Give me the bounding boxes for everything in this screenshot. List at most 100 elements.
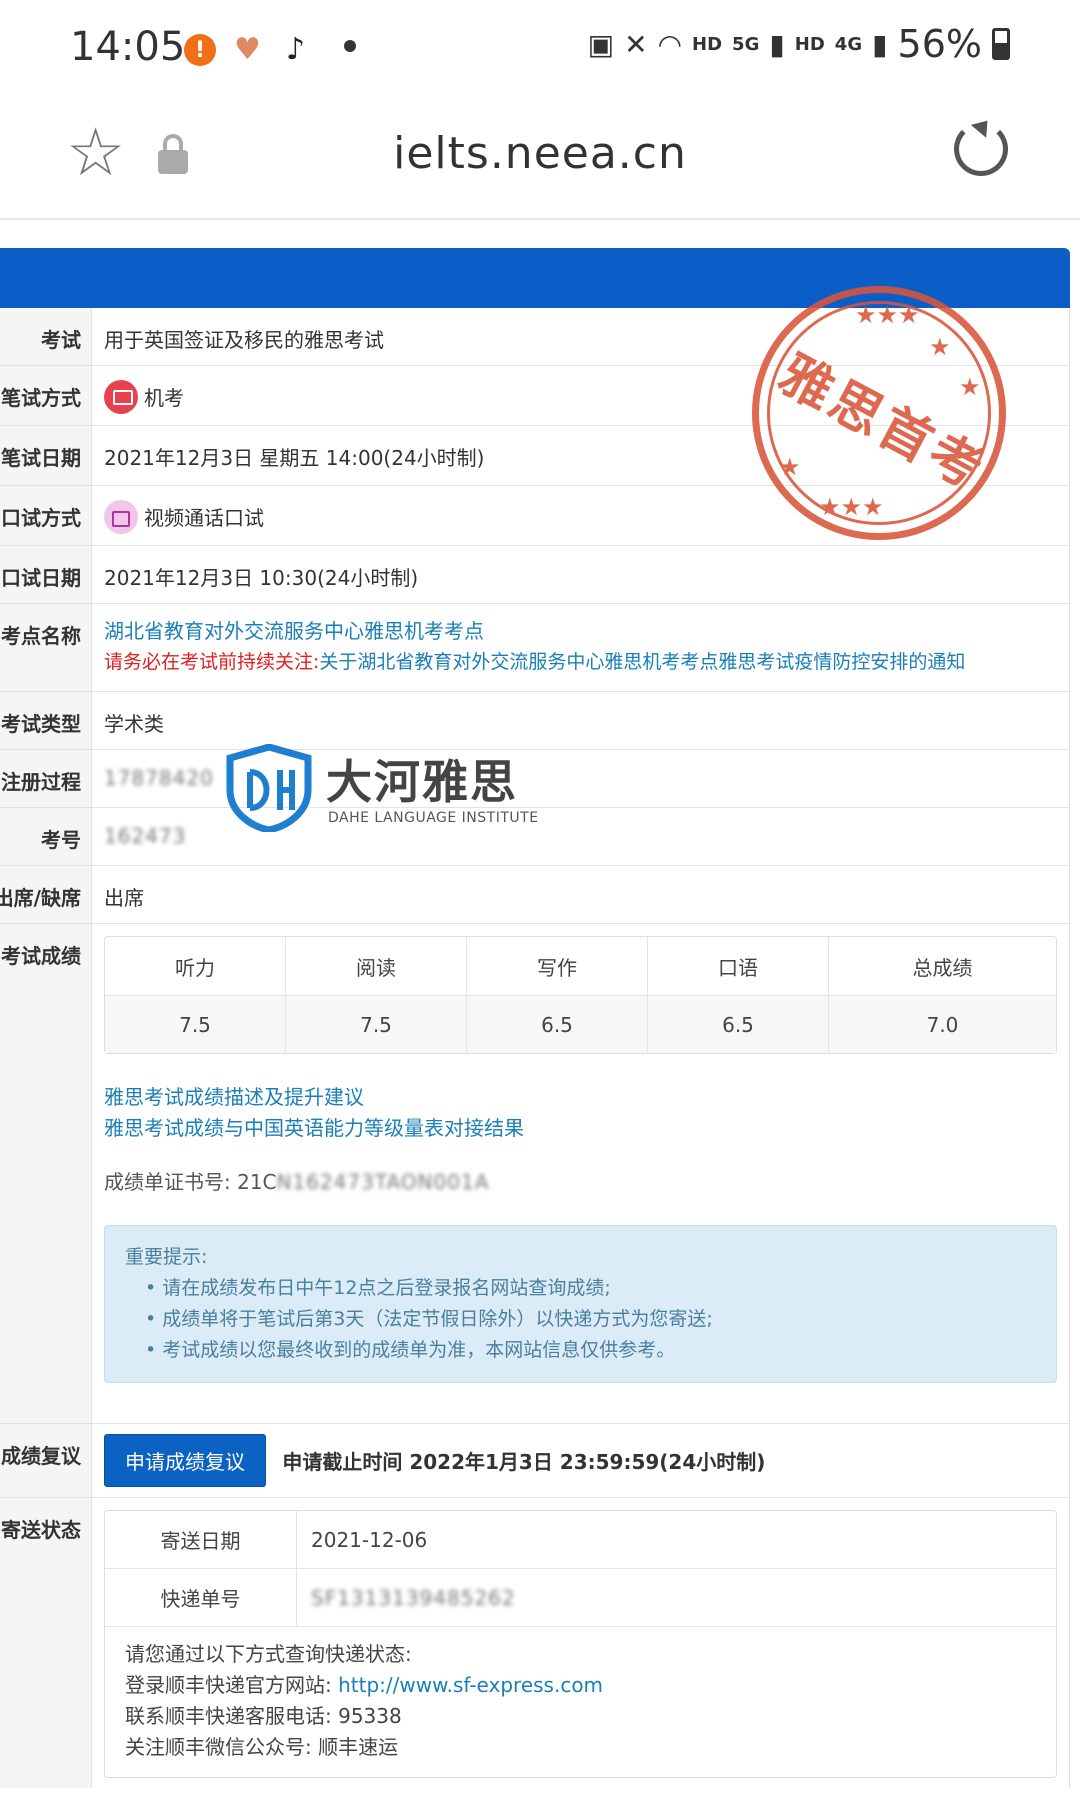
notice-item: 请在成绩发布日中午12点之后登录报名网站查询成绩; <box>145 1273 1036 1304</box>
label-written-mode: 笔试方式 <box>0 366 92 425</box>
ship-info-title: 请您通过以下方式查询快递状态: <box>125 1642 412 1666</box>
wifi-icon: ◠ <box>657 27 683 61</box>
score-links: 雅思考试成绩描述及提升建议 雅思考试成绩与中国英语能力等级量表对接结果 <box>104 1082 1057 1144</box>
score-header-reading: 阅读 <box>286 937 467 995</box>
shipping-table: 寄送日期 2021-12-06 快递单号 SF1313139485262 请您通… <box>104 1510 1057 1778</box>
score-header-overall: 总成绩 <box>912 955 973 980</box>
label-center: 考点名称 <box>0 604 92 691</box>
vibrate-mute-icon: ✕ <box>624 27 648 61</box>
value-written-mode-cell: 机考 <box>92 366 1069 425</box>
label-candidate-no: 考号 <box>0 808 92 865</box>
scores-value-row: 7.5 7.5 6.5 6.5 7.0 <box>105 995 1056 1053</box>
reload-icon[interactable] <box>954 122 1008 176</box>
label-attendance: 出席/缺席 <box>0 866 92 923</box>
notice-item: 成绩单将于笔试后第3天（法定节假日除外）以快递方式为您寄送; <box>145 1304 1036 1335</box>
battery-percent: 56% <box>897 22 982 66</box>
score-reading: 7.5 <box>286 996 467 1053</box>
label-scores: 考试成绩 <box>0 924 92 1423</box>
value-oral-mode: 视频通话口试 <box>144 506 264 530</box>
center-notice-link[interactable]: 关于湖北省教育对外交流服务中心雅思机考考点雅思考试疫情防控安排的通知 <box>319 651 965 673</box>
ship-date-row: 寄送日期 2021-12-06 <box>105 1511 1056 1569</box>
tracking-label: 快递单号 <box>105 1569 297 1626</box>
label-exam: 考试 <box>0 308 92 365</box>
label-exam-type: 考试类型 <box>0 692 92 749</box>
value-exam: 用于英国签证及移民的雅思考试 <box>104 328 384 352</box>
label-registration: 注册过程) <box>0 750 92 807</box>
value-registration: 17878420 <box>104 766 214 790</box>
score-header-writing: 写作 <box>467 937 648 995</box>
score-listening: 7.5 <box>105 996 286 1053</box>
tracking-value: SF1313139485262 <box>311 1585 516 1610</box>
value-center-cell: 湖北省教育对外交流服务中心雅思机考考点 请务必在考试前持续关注:关于湖北省教育对… <box>92 604 1069 691</box>
value-exam-type: 学术类 <box>104 712 164 736</box>
tracking-row: 快递单号 SF1313139485262 <box>105 1569 1056 1627</box>
row-written-date: 笔试日期 2021年12月3日 星期五 14:00(24小时制) <box>0 426 1069 486</box>
row-written-mode: 笔试方式 机考 <box>0 366 1069 426</box>
value-registration-cell: 17878420 <box>92 750 1069 807</box>
value-candidate-no-cell: 162473 <box>92 808 1069 865</box>
score-page: 考试 用于英国签证及移民的雅思考试 笔试方式 机考 笔试日期 2021年12月3… <box>0 220 1080 1788</box>
score-description-link[interactable]: 雅思考试成绩描述及提升建议 <box>104 1082 1057 1113</box>
value-written-mode: 机考 <box>144 386 184 410</box>
battery-icon <box>992 28 1010 60</box>
video-call-icon <box>104 499 138 534</box>
important-notice: 重要提示: 请在成绩发布日中午12点之后登录报名网站查询成绩; 成绩单将于笔试后… <box>104 1225 1057 1383</box>
review-cell: 申请成绩复议 申请截止时间 2022年1月3日 23:59:59(24小时制) <box>92 1424 1069 1497</box>
center-name-link[interactable]: 湖北省教育对外交流服务中心雅思机考考点 <box>104 616 1057 647</box>
browser-toolbar: ☆ ielts.neea.cn <box>0 100 1080 220</box>
value-oral-date: 2021年12月3日 10:30(24小时制) <box>104 566 419 590</box>
score-header-listening: 听力 <box>105 937 286 995</box>
tiktok-icon: ♪ <box>286 31 306 67</box>
network-label-1: HD <box>692 33 723 55</box>
result-table: 考试 用于英国签证及移民的雅思考试 笔试方式 机考 笔试日期 2021年12月3… <box>0 308 1070 1788</box>
status-time: 14:05 <box>70 24 186 70</box>
row-shipping: 寄送状态 寄送日期 2021-12-06 快递单号 SF131313948526… <box>0 1498 1069 1788</box>
row-attendance: 出席/缺席 出席 <box>0 866 1069 924</box>
trf-label: 成绩单证书号: 21C <box>104 1170 277 1194</box>
scores-header-row: 听力 阅读 写作 口语 总成绩 <box>105 937 1056 995</box>
scores-cell: 听力 阅读 写作 口语 总成绩 7.5 7.5 6.5 6.5 7.0 雅思考试… <box>92 924 1069 1423</box>
score-speaking: 6.5 <box>648 996 829 1053</box>
shipping-info: 请您通过以下方式查询快递状态: 登录顺丰快递官方网站: http://www.s… <box>105 1627 1056 1777</box>
apply-review-button[interactable]: 申请成绩复议 <box>104 1434 266 1487</box>
ship-info-wechat: 关注顺丰微信公众号: 顺丰速运 <box>125 1735 399 1759</box>
more-notifications-dot-icon <box>344 40 356 52</box>
row-oral-date: 口试日期 2021年12月3日 10:30(24小时制) <box>0 546 1069 604</box>
message-icon: ▣ <box>587 27 615 61</box>
score-overall: 7.0 <box>926 1012 959 1037</box>
label-written-date: 笔试日期 <box>0 426 92 485</box>
center-warning: 请务必在考试前持续关注: <box>104 651 320 673</box>
tracking-value-cell: SF1313139485262 <box>297 1569 516 1626</box>
network-label-3: HD <box>794 33 825 55</box>
health-icon: ♥ <box>234 31 261 67</box>
address-bar[interactable]: ielts.neea.cn <box>0 128 1080 179</box>
row-registration: 注册过程) 17878420 <box>0 750 1069 808</box>
cse-mapping-link[interactable]: 雅思考试成绩与中国英语能力等级量表对接结果 <box>104 1113 1057 1144</box>
scores-table: 听力 阅读 写作 口语 总成绩 7.5 7.5 6.5 6.5 7.0 <box>104 936 1057 1054</box>
ship-info-site-label: 登录顺丰快递官方网站: <box>125 1673 339 1697</box>
label-shipping: 寄送状态 <box>0 1498 92 1788</box>
value-oral-mode-cell: 视频通话口试 <box>92 486 1069 545</box>
notice-item: 考试成绩以您最终收到的成绩单为准，本网站信息仅供参考。 <box>145 1335 1036 1366</box>
value-candidate-no: 162473 <box>104 824 187 848</box>
review-deadline: 申请截止时间 2022年1月3日 23:59:59(24小时制) <box>282 1450 766 1474</box>
row-exam: 考试 用于英国签证及移民的雅思考试 <box>0 308 1069 366</box>
score-header-speaking: 口语 <box>648 937 829 995</box>
ship-date-value: 2021-12-06 <box>311 1527 428 1552</box>
notice-title: 重要提示: <box>125 1246 208 1268</box>
row-exam-type: 考试类型 学术类 <box>0 692 1069 750</box>
score-writing: 6.5 <box>467 996 648 1053</box>
header-bar <box>0 248 1070 308</box>
row-candidate-no: 考号 162473 <box>0 808 1069 866</box>
row-oral-mode: 口试方式 视频通话口试 <box>0 486 1069 546</box>
status-right-icons: ▣ ✕ ◠ HD 5G ▮ HD 4G ▮ 56% <box>588 22 1010 66</box>
label-review: 成绩复议 <box>0 1424 92 1497</box>
signal-icon: ▮ <box>769 27 785 61</box>
signal-icon-2: ▮ <box>872 27 888 61</box>
row-scores: 考试成绩 听力 阅读 写作 口语 总成绩 7.5 7.5 6.5 6.5 7.0… <box>0 924 1069 1424</box>
computer-icon <box>104 379 138 414</box>
sf-express-link[interactable]: http://www.sf-express.com <box>338 1673 603 1697</box>
alert-icon: ! <box>184 34 216 66</box>
network-label-4: 4G <box>834 33 863 55</box>
trf-value: N162473TAON001A <box>276 1170 490 1194</box>
